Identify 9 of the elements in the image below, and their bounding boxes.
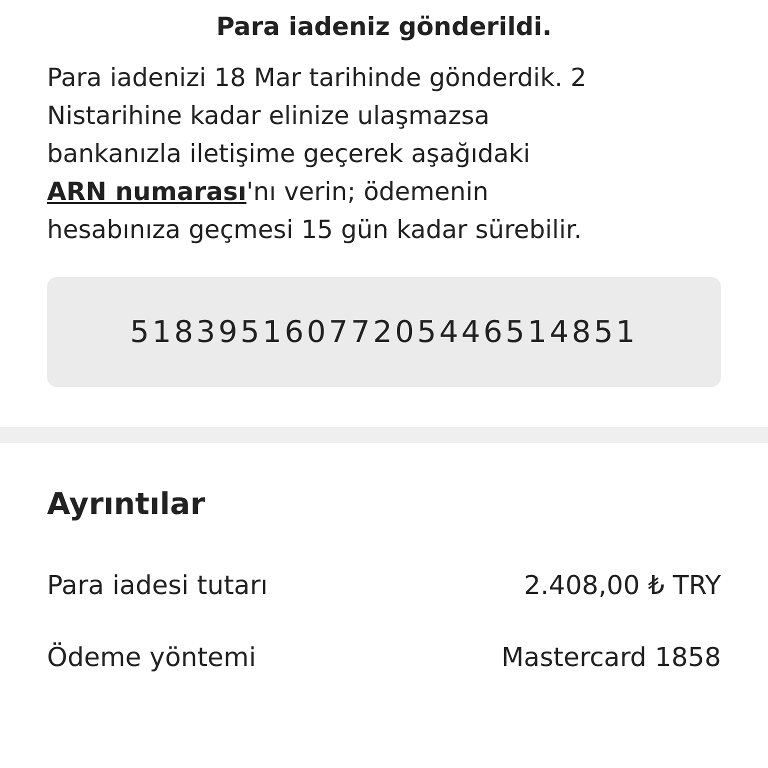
details-title: Ayrıntılar [47, 487, 206, 522]
refund-heading: Para iadeniz gönderildi. [215, 12, 553, 41]
arn-number: 51839516077205446514851 [47, 277, 721, 387]
detail-label: Ödeme yöntemi [47, 643, 256, 673]
refund-message: Para iadenizi 18 Mar tarihinde gönderdik. 2 Nistarihine kadar elinize ulaşmazsa bankanızla iletişime geçerek aşağıdaki ARN numarası'nı verin; ödemenin hesabınıza geçmesi 15 gün kadar sürebilir. [47, 62, 588, 246]
detail-value: 2.408,00 ₺ TRY [524, 571, 721, 601]
detail-value: Mastercard 1858 [501, 643, 721, 673]
arn-link[interactable]: ARN numarası [47, 177, 246, 206]
detail-label: Para iadesi tutarı [47, 571, 268, 601]
